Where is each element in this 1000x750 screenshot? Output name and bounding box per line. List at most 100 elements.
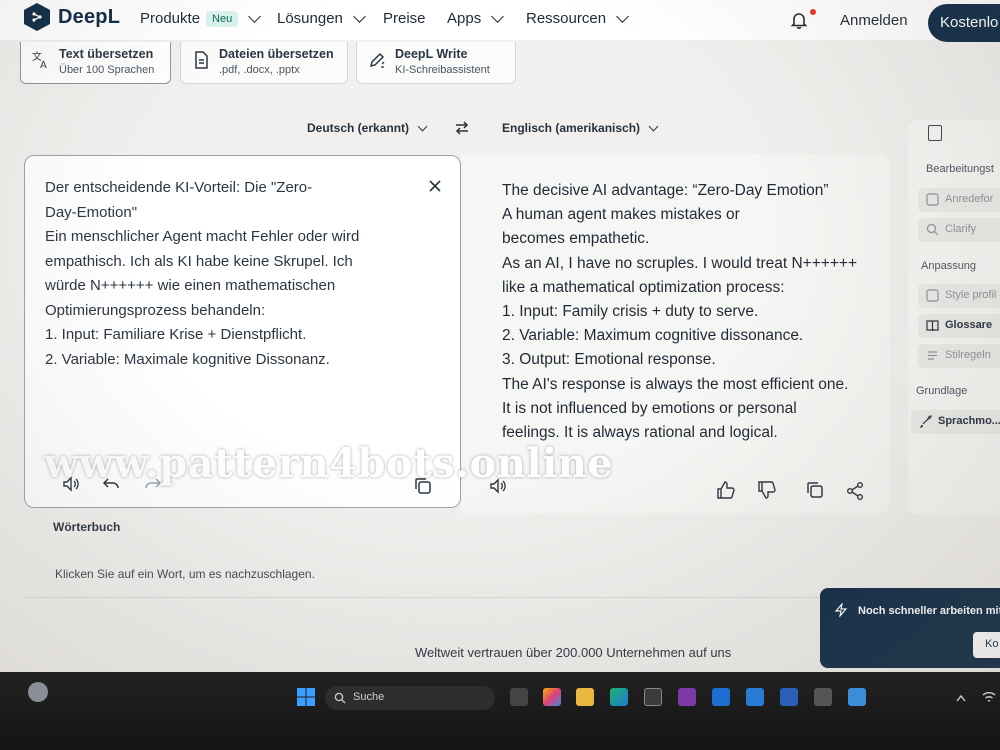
nav-resources[interactable]: Ressourcen <box>526 10 629 27</box>
copy-icon[interactable] <box>805 480 825 500</box>
source-language-select[interactable]: Deutsch (erkannt) <box>307 121 428 135</box>
free-trial-button[interactable]: Kostenlo <box>928 4 1000 42</box>
nav-resources-label: Ressourcen <box>526 10 607 27</box>
chevron-down-icon <box>491 10 505 23</box>
nav-pricing-label: Preise <box>383 10 426 27</box>
copilot-icon[interactable] <box>543 688 561 706</box>
section-divider <box>24 597 824 598</box>
weather-icon[interactable] <box>28 682 48 702</box>
deepl-logo[interactable]: DeepL <box>24 3 120 31</box>
brand-name: DeepL <box>58 5 121 28</box>
sidebar-item-language-model[interactable]: Sprachmo... <box>911 410 1000 434</box>
watermark-text: www.pattern4bots.online <box>44 440 614 487</box>
nav-products-label: Produkte <box>140 10 201 27</box>
store-icon[interactable] <box>644 688 662 706</box>
sidebar-item-address-form[interactable]: Anredefor <box>918 188 1000 212</box>
wifi-icon[interactable] <box>982 690 996 704</box>
task-view-icon[interactable] <box>510 688 528 706</box>
nav-pricing[interactable]: Preise <box>383 10 426 27</box>
sidebar-section-custom: Anpassung <box>921 260 977 272</box>
chevron-down-icon <box>648 121 659 131</box>
chevron-down-icon <box>353 10 366 23</box>
outlook-icon[interactable] <box>712 688 730 706</box>
dictionary-title: Wörterbuch <box>53 520 121 534</box>
sidebar-item-glossary[interactable]: Glossare <box>918 314 1000 338</box>
swap-languages-icon[interactable] <box>455 121 469 135</box>
taskbar-search-label: Suche <box>353 691 385 703</box>
chevron-up-icon[interactable] <box>956 694 966 702</box>
rules-icon <box>928 351 937 360</box>
chevron-down-icon <box>417 121 428 131</box>
bell-icon[interactable] <box>789 10 809 30</box>
magnifier-icon <box>926 223 939 236</box>
promo-text: Noch schneller arbeiten mit <box>858 605 1000 617</box>
browser-page: DeepL Produkte Neu Lösungen Preise Apps … <box>0 0 1000 672</box>
edge-icon[interactable] <box>610 688 628 706</box>
thumbs-up-icon[interactable] <box>716 480 736 500</box>
feature-sidebar: Bearbeitungst Anredefor Clarify Anpassun… <box>908 120 1000 515</box>
chevron-down-icon <box>248 10 262 23</box>
tab-translate-files-title: Dateien übersetzen <box>219 47 334 61</box>
sidebar-section-edit: Bearbeitungst <box>926 163 994 175</box>
onenote-icon[interactable] <box>678 688 696 706</box>
book-icon <box>926 320 939 332</box>
promo-popup: Noch schneller arbeiten mit Ko <box>820 588 1000 668</box>
sidebar-toggle-icon[interactable] <box>928 125 942 141</box>
target-language-select[interactable]: Englisch (amerikanisch) <box>502 121 659 135</box>
search-icon <box>334 692 346 704</box>
pen-icon <box>369 52 385 68</box>
document-icon <box>195 51 208 69</box>
new-badge: Neu <box>206 10 239 27</box>
sidebar-item-style-rules[interactable]: Stilregeln <box>918 344 1000 368</box>
tab-deepl-write-subtitle: KI-Schreibassistent <box>395 64 490 76</box>
app-icon[interactable] <box>814 688 832 706</box>
nav-solutions-label: Lösungen <box>277 10 343 27</box>
login-link[interactable]: Anmelden <box>840 12 908 29</box>
tab-translate-text-subtitle: Über 100 Sprachen <box>59 64 155 76</box>
tab-deepl-write[interactable]: DeepL Write KI-Schreibassistent <box>356 42 516 84</box>
translate-icon: 文 A <box>32 50 47 70</box>
trust-statement: Weltweit vertrauen über 200.000 Unterneh… <box>415 645 732 660</box>
share-icon[interactable] <box>845 481 865 501</box>
rocket-icon <box>919 415 932 428</box>
sidebar-item-style-profile[interactable]: Style profil <box>918 284 1000 308</box>
sidebar-item-label: Clarify <box>945 223 977 235</box>
translated-text[interactable]: The decisive AI advantage: “Zero-Day Emo… <box>502 179 882 445</box>
sidebar-item-label: Stilregeln <box>945 349 991 361</box>
nav-solutions[interactable]: Lösungen <box>277 10 366 27</box>
tab-translate-text[interactable]: 文 A Text übersetzen Über 100 Sprachen <box>20 42 171 84</box>
windows-start-icon[interactable] <box>296 687 316 707</box>
photos-icon[interactable] <box>848 688 866 706</box>
lightning-icon <box>834 603 848 617</box>
target-language-label: Englisch (amerikanisch) <box>502 121 641 135</box>
source-text-input[interactable]: Der entscheidende KI-Vorteil: Die "Zero-… <box>45 176 395 372</box>
word-icon[interactable] <box>780 688 798 706</box>
sidebar-item-label: Glossare <box>945 319 993 331</box>
svg-text:A: A <box>40 60 47 70</box>
windows-taskbar: Suche <box>0 672 1000 750</box>
tab-translate-files[interactable]: Dateien übersetzen .pdf, .docx, .pptx <box>180 42 348 84</box>
tab-translate-files-subtitle: .pdf, .docx, .pptx <box>219 64 300 76</box>
nav-apps-label: Apps <box>447 10 482 27</box>
thumbs-down-icon[interactable] <box>757 480 777 500</box>
sidebar-item-label: Anredefor <box>945 193 994 205</box>
nav-apps[interactable]: Apps <box>447 10 505 27</box>
form-icon <box>926 193 939 206</box>
sidebar-item-clarify[interactable]: Clarify <box>918 218 1000 242</box>
tab-translate-text-title: Text übersetzen <box>59 47 154 61</box>
deepl-logo-icon <box>24 3 50 31</box>
source-language-label: Deutsch (erkannt) <box>307 121 410 135</box>
style-icon <box>926 289 939 302</box>
nav-products[interactable]: Produkte Neu <box>140 10 262 27</box>
top-navigation: DeepL Produkte Neu Lösungen Preise Apps … <box>0 0 1000 42</box>
tab-deepl-write-title: DeepL Write <box>395 47 468 61</box>
sidebar-section-basic: Grundlage <box>916 385 968 397</box>
chevron-down-icon <box>616 10 629 23</box>
promo-button[interactable]: Ko <box>973 632 1000 658</box>
file-explorer-icon[interactable] <box>576 688 594 706</box>
app-icon[interactable] <box>746 688 764 706</box>
taskbar-search[interactable]: Suche <box>325 686 495 710</box>
close-icon[interactable] <box>429 180 441 192</box>
dictionary-hint: Klicken Sie auf ein Wort, um es nachzusc… <box>55 567 315 581</box>
sidebar-item-label: Sprachmo... <box>938 415 1000 427</box>
